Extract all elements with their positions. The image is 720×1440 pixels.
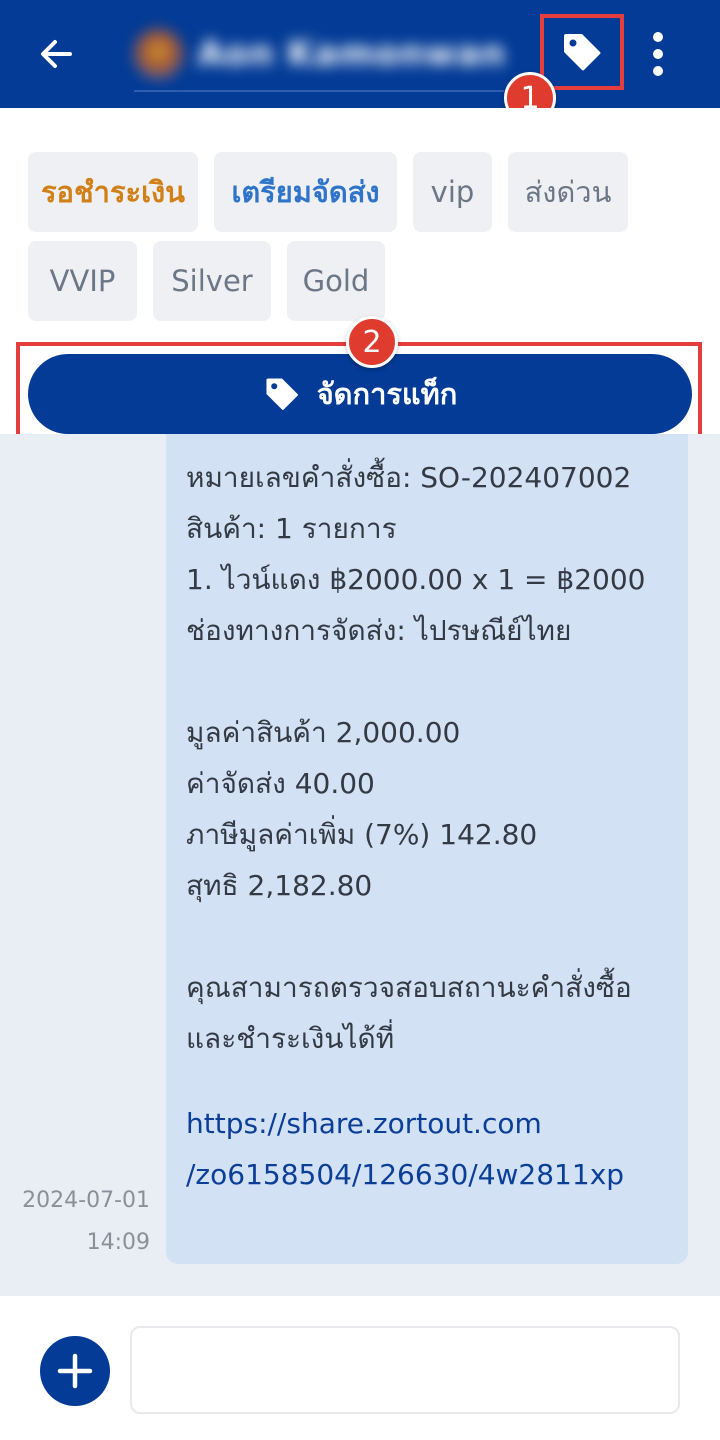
profile-underline <box>134 90 504 92</box>
more-vertical-icon <box>653 32 663 42</box>
tag-icon <box>266 378 298 410</box>
manage-tags-button[interactable]: จัดการแท็ก <box>28 354 692 434</box>
tag-button[interactable] <box>540 14 624 90</box>
chat-header: Aon Kamonwan <box>0 0 720 108</box>
tag-chip[interactable]: Silver <box>153 241 271 321</box>
message-line: หมายเลขคำสั่งซื้อ: SO-202407002 <box>186 461 632 494</box>
message-line: สินค้า: 1 รายการ <box>186 512 397 545</box>
add-button[interactable] <box>40 1336 110 1406</box>
plus-icon <box>57 1353 93 1389</box>
message-line: 1. ไวน์แดง ฿2000.00 x 1 = ฿2000 <box>186 563 646 596</box>
back-button[interactable] <box>30 28 82 80</box>
message-line: ภาษีมูลค่าเพิ่ม (7%) 142.80 <box>186 818 538 851</box>
tag-chip[interactable]: ส่งด่วน <box>508 152 628 232</box>
message-line: ค่าจัดส่ง 40.00 <box>186 767 375 800</box>
message-link[interactable]: https://share.zortout.com <box>186 1107 542 1140</box>
contact-name: Aon Kamonwan <box>197 34 506 74</box>
chat-messages[interactable]: หมายเลขคำสั่งซื้อ: SO-202407002 สินค้า: … <box>0 434 720 1296</box>
contact-profile[interactable]: Aon Kamonwan <box>134 22 506 86</box>
message-line: มูลค่าสินค้า 2,000.00 <box>186 716 461 749</box>
message-date: 2024-07-01 <box>22 1188 150 1213</box>
arrow-left-icon <box>41 40 72 68</box>
composer-bar <box>0 1296 720 1440</box>
annotation-marker-2: 2 <box>346 316 398 368</box>
tag-chip[interactable]: VVIP <box>28 241 137 321</box>
message-input[interactable] <box>130 1326 680 1414</box>
avatar <box>134 29 184 79</box>
message-line: และชำระเงินได้ที่ <box>186 1022 395 1055</box>
more-menu-button[interactable] <box>636 26 680 82</box>
tag-chip[interactable]: เตรียมจัดส่ง <box>214 152 397 232</box>
message-link[interactable]: /zo6158504/126630/4w2811xp <box>186 1158 624 1191</box>
message-line: ช่องทางการจัดส่ง: ไปรษณีย์ไทย <box>186 614 572 647</box>
tag-panel: รอชำระเงิน เตรียมจัดส่ง vip ส่งด่วน VVIP… <box>0 108 720 446</box>
tag-chip[interactable]: vip <box>413 152 492 232</box>
message-line: สุทธิ 2,182.80 <box>186 869 373 902</box>
manage-tags-label: จัดการแท็ก <box>316 377 458 411</box>
message-line: คุณสามารถตรวจสอบสถานะคำสั่งซื้อ <box>186 971 632 1004</box>
tag-icon <box>564 34 601 71</box>
tag-chip[interactable]: Gold <box>287 241 385 321</box>
message-time: 14:09 <box>86 1230 150 1255</box>
tag-chip[interactable]: รอชำระเงิน <box>28 152 198 232</box>
